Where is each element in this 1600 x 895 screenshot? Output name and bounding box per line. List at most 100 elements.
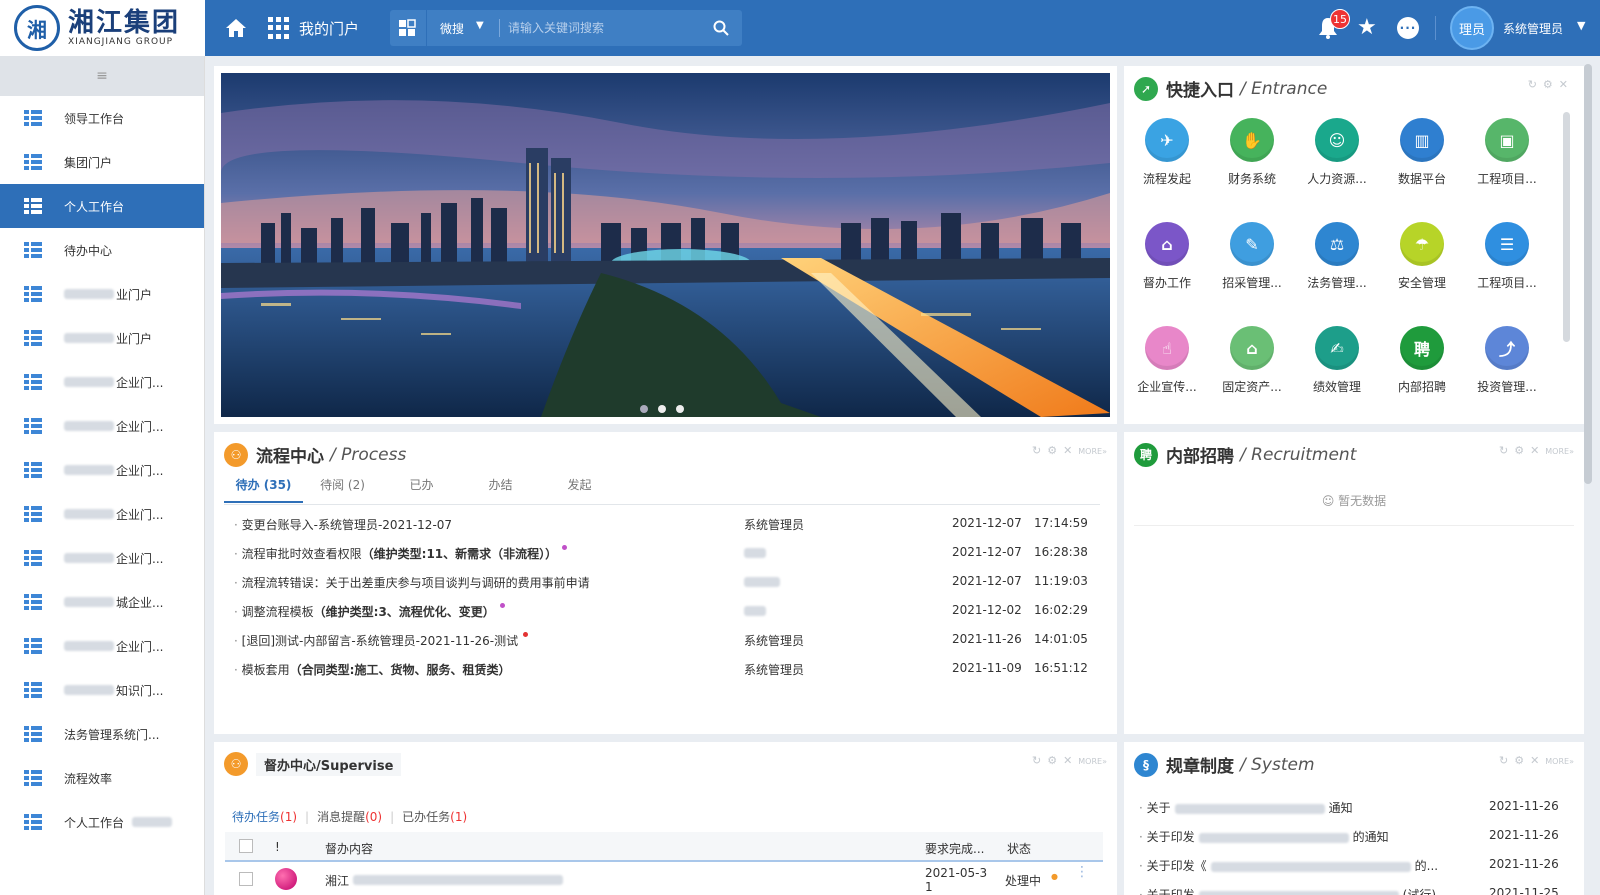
- shortcut-item[interactable]: ⌂ 固定资产...: [1212, 326, 1292, 395]
- shortcut-item[interactable]: ✎ 招采管理...: [1212, 222, 1292, 291]
- sidebar-item[interactable]: 企业门...: [0, 360, 204, 404]
- home-icon[interactable]: [224, 16, 248, 40]
- row-checkbox[interactable]: [239, 872, 253, 886]
- refresh-icon[interactable]: ↻: [1528, 78, 1543, 91]
- chat-more-icon[interactable]: ···: [1397, 17, 1419, 39]
- tab-process[interactable]: 办结: [461, 476, 540, 503]
- more-link[interactable]: MORE: [1078, 447, 1102, 456]
- shortcut-item[interactable]: ▥ 数据平台: [1382, 118, 1462, 187]
- sidebar-item[interactable]: 企业门...: [0, 536, 204, 580]
- rule-row[interactable]: · 关于印发 的通知 2021-11-26: [1139, 828, 1559, 848]
- shortcut-item[interactable]: ☝ 企业宣传...: [1127, 326, 1207, 395]
- process-row[interactable]: · 流程审批时效查看权限（维护类型:11、新需求（非流程）） 2021-12-07…: [234, 545, 1094, 565]
- my-portal-link[interactable]: 我的门户: [299, 18, 359, 39]
- more-link[interactable]: MORE: [1545, 447, 1569, 456]
- process-date: 2021-12-07: [952, 516, 1022, 530]
- shortcut-item[interactable]: ☺ 人力资源...: [1297, 118, 1377, 187]
- sidebar-item[interactable]: 企业门...: [0, 448, 204, 492]
- shortcut-item[interactable]: ⤴ 投资管理...: [1467, 326, 1547, 395]
- sidebar-item[interactable]: 领导工作台: [0, 96, 204, 140]
- shortcut-item[interactable]: ✍ 绩效管理: [1297, 326, 1377, 395]
- refresh-icon[interactable]: ↻: [1499, 444, 1514, 457]
- shortcut-item[interactable]: ⌂ 督办工作: [1127, 222, 1207, 291]
- process-row[interactable]: · [退回]测试-内部留言-系统管理员-2021-11-26-测试 系统管理员 20…: [234, 632, 1094, 652]
- close-icon[interactable]: ✕: [1063, 754, 1078, 767]
- close-icon[interactable]: ✕: [1063, 444, 1078, 457]
- sidebar-item[interactable]: 企业门...: [0, 624, 204, 668]
- sidebar-item[interactable]: 流程效率: [0, 756, 204, 800]
- rule-row[interactable]: · 关于印发 (试行) 2021-11-25: [1139, 886, 1559, 895]
- shortcut-item[interactable]: ☂ 安全管理: [1382, 222, 1462, 291]
- sidebar-item[interactable]: 业门户: [0, 316, 204, 360]
- shortcut-item[interactable]: ⚖ 法务管理...: [1297, 222, 1377, 291]
- settings-icon[interactable]: ⚙: [1047, 754, 1063, 767]
- banner-image[interactable]: [221, 73, 1110, 417]
- more-link[interactable]: MORE: [1078, 757, 1102, 766]
- search-mode-icon[interactable]: [398, 19, 416, 37]
- close-icon[interactable]: ✕: [1559, 78, 1574, 91]
- carousel-dot[interactable]: [676, 405, 684, 413]
- shortcut-item[interactable]: 聘内部招聘: [1382, 326, 1462, 395]
- avatar[interactable]: 理员: [1450, 6, 1494, 50]
- close-icon[interactable]: ✕: [1530, 444, 1545, 457]
- chevron-down-icon[interactable]: ▼: [476, 20, 484, 31]
- shortcut-item[interactable]: ✋ 财务系统: [1212, 118, 1292, 187]
- sidebar-item[interactable]: 待办中心: [0, 228, 204, 272]
- sidebar-item[interactable]: 个人工作台: [0, 800, 204, 844]
- tab-process[interactable]: 发起: [540, 476, 619, 503]
- rule-row[interactable]: · 关于印发《 的... 2021-11-26: [1139, 857, 1559, 877]
- settings-icon[interactable]: ⚙: [1543, 78, 1559, 91]
- carousel-dot[interactable]: [658, 405, 666, 413]
- more-link[interactable]: MORE: [1545, 757, 1569, 766]
- tab-todo-task[interactable]: 待办任务(1): [232, 810, 297, 824]
- menu-toggle-icon[interactable]: ≡: [0, 56, 204, 96]
- sidebar-item[interactable]: 企业门...: [0, 404, 204, 448]
- tab-done-task[interactable]: 已办任务(1): [402, 810, 467, 824]
- refresh-icon[interactable]: ↻: [1499, 754, 1514, 767]
- process-row[interactable]: · 流程流转错误：关于出差重庆参与项目谈判与调研的费用事前申请 2021-12-0…: [234, 574, 1094, 594]
- select-all-checkbox[interactable]: [239, 839, 253, 853]
- user-chevron-down-icon[interactable]: ▼: [1577, 19, 1585, 32]
- shortcut-label: 内部招聘: [1397, 380, 1446, 394]
- sidebar-item[interactable]: 业门户: [0, 272, 204, 316]
- carousel-dot[interactable]: [640, 405, 648, 413]
- tab-process[interactable]: 已办: [382, 476, 461, 503]
- shortcut-label: 工程项目...: [1477, 172, 1537, 186]
- sidebar-item[interactable]: 企业门...: [0, 492, 204, 536]
- shortcut-item[interactable]: ✈ 流程发起: [1127, 118, 1207, 187]
- sidebar-item[interactable]: 知识门...: [0, 668, 204, 712]
- tab-message[interactable]: 消息提醒(0): [317, 810, 382, 824]
- settings-icon[interactable]: ⚙: [1514, 444, 1530, 457]
- process-row[interactable]: · 模板套用（合同类型:施工、货物、服务、租赁类） 系统管理员 2021-11-09…: [234, 661, 1094, 681]
- process-row[interactable]: · 变更台账导入-系统管理员-2021-12-07 系统管理员 2021-12-07…: [234, 516, 1094, 536]
- search-kind-select[interactable]: 微搜: [440, 20, 464, 37]
- status-badge: 处理中: [1005, 874, 1042, 888]
- shortcut-label: 人力资源...: [1307, 172, 1367, 186]
- table-row[interactable]: 湘江 2021-05-3 1 处理中 ● ⋮: [225, 864, 1103, 895]
- tab-process[interactable]: 待阅 (2): [303, 476, 382, 503]
- logo[interactable]: 湘 湘江集团 XIANGJIANG GROUP: [0, 0, 205, 56]
- entrance-scrollbar[interactable]: [1563, 112, 1570, 342]
- tab-process[interactable]: 待办 (35): [224, 476, 303, 503]
- more-vertical-icon[interactable]: ⋮: [1075, 865, 1089, 879]
- refresh-icon[interactable]: ↻: [1032, 754, 1047, 767]
- shortcut-item[interactable]: ☰ 工程项目...: [1467, 222, 1547, 291]
- rule-row[interactable]: · 关于 通知 2021-11-26: [1139, 799, 1559, 819]
- process-row[interactable]: · 调整流程模板（维护类型:3、流程优化、变更） 2021-12-02 16:02:…: [234, 603, 1094, 623]
- page-scrollbar[interactable]: [1584, 64, 1592, 484]
- sidebar-item[interactable]: 法务管理系统门...: [0, 712, 204, 756]
- settings-icon[interactable]: ⚙: [1047, 444, 1063, 457]
- sidebar-item[interactable]: 集团门户: [0, 140, 204, 184]
- sidebar-item[interactable]: 个人工作台: [0, 184, 204, 228]
- search-icon[interactable]: [712, 19, 730, 37]
- favorite-star-icon[interactable]: ★: [1357, 15, 1377, 40]
- user-name[interactable]: 系统管理员: [1503, 20, 1563, 37]
- apps-grid-icon[interactable]: [268, 17, 290, 39]
- settings-icon[interactable]: ⚙: [1514, 754, 1530, 767]
- sidebar-item[interactable]: 城企业...: [0, 580, 204, 624]
- search-input[interactable]: [508, 18, 708, 38]
- process-time: 16:51:12: [1034, 661, 1088, 675]
- shortcut-item[interactable]: ▣ 工程项目...: [1467, 118, 1547, 187]
- close-icon[interactable]: ✕: [1530, 754, 1545, 767]
- refresh-icon[interactable]: ↻: [1032, 444, 1047, 457]
